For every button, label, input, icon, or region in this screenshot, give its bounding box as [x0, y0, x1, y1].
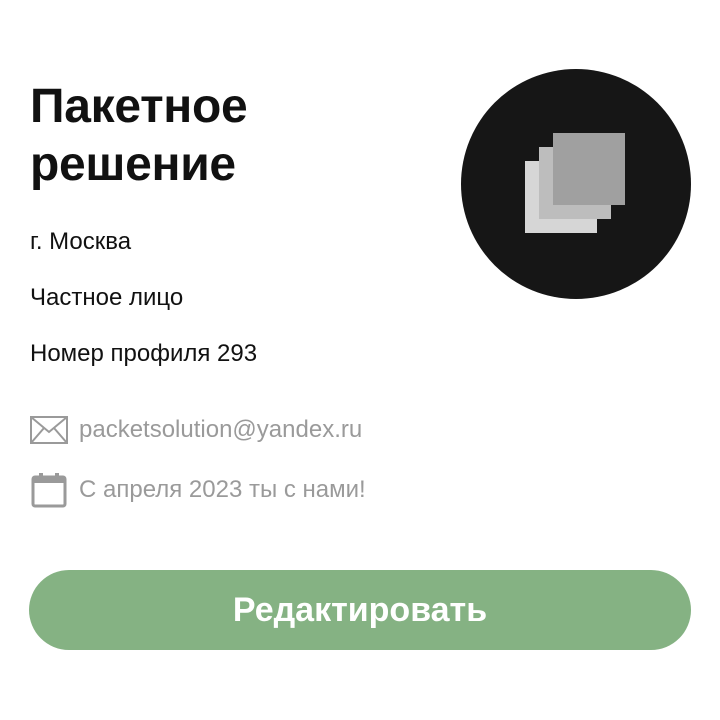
avatar[interactable]	[461, 69, 691, 299]
email-row: packetsolution@yandex.ru	[30, 412, 362, 448]
stacked-squares-logo	[525, 133, 625, 233]
envelope-icon	[30, 412, 68, 448]
profile-number-label: Номер профиля 293	[30, 340, 258, 367]
email-link[interactable]: packetsolution@yandex.ru	[79, 416, 362, 444]
edit-button[interactable]: Редактировать	[29, 570, 691, 650]
profile-card: Пакетное решение г. Москва Частное лицо …	[0, 0, 720, 720]
account-type-label: Частное лицо	[30, 284, 184, 311]
member-since-row: С апреля 2023 ты с нами!	[30, 472, 366, 508]
calendar-icon	[30, 472, 68, 508]
city-label: г. Москва	[30, 228, 132, 255]
member-since-label: С апреля 2023 ты с нами!	[79, 476, 366, 503]
profile-title: Пакетное решение	[30, 78, 430, 194]
profile-title-line-2: решение	[30, 138, 236, 191]
profile-title-line-1: Пакетное	[30, 80, 248, 133]
